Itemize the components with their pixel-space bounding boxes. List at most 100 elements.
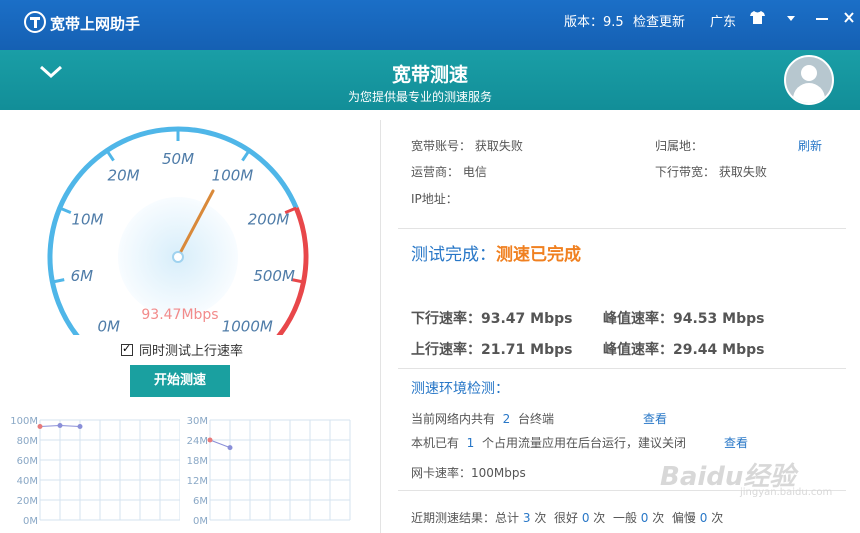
account-value: 获取失败 [474, 139, 523, 153]
upload-rate: 上行速率：21.71 Mbps [411, 339, 572, 359]
dropdown-icon[interactable] [786, 11, 796, 28]
region-selector[interactable]: 广东 [710, 11, 736, 30]
download-rate-label: 下行速率： [411, 311, 481, 327]
download-history-chart: 100M 80M 60M 40M 20M 0M [0, 410, 181, 532]
gauge-tick-label: 6M [71, 267, 94, 285]
isp-row: 运营商： 电信 [411, 163, 487, 180]
gauge-tick-label: 200M [248, 210, 290, 228]
history-unit: 次 [652, 511, 665, 525]
history-unit: 次 [593, 511, 606, 525]
account-row: 宽带账号： 获取失败 [411, 137, 523, 154]
y-tick-label: 80M [17, 436, 38, 447]
devices-row: 当前网络内共有 2 台终端 [411, 410, 554, 427]
history-good-label: 很好 [553, 511, 578, 525]
checkbox-icon[interactable] [121, 342, 133, 356]
upload-test-label: 同时测试上行速率 [139, 344, 244, 359]
history-total: 3 [522, 511, 531, 525]
upload-history-chart: 30M 24M 18M 12M 6M 0M [170, 410, 355, 532]
gauge-tick-label: 0M [97, 317, 120, 335]
panel-divider [380, 120, 381, 533]
data-point [37, 424, 43, 430]
check-update-link[interactable]: 检查更新 [633, 11, 685, 30]
series-line [209, 439, 231, 449]
y-tick-label: 0M [23, 516, 38, 527]
version-label: 版本：9.5 [564, 15, 624, 30]
refresh-link[interactable]: 刷新 [798, 137, 822, 154]
gauge-tick [241, 149, 251, 162]
gauge-tick-label: 50M [162, 150, 194, 168]
y-tick-label: 40M [17, 476, 38, 487]
current-speed-value: 93.47Mbps [141, 307, 219, 323]
y-tick-label: 24M [187, 436, 208, 447]
peak-download-label: 峰值速率： [603, 311, 673, 327]
y-tick-label: 100M [10, 416, 38, 427]
download-rate: 下行速率：93.47 Mbps [411, 308, 572, 328]
y-tick-label: 60M [17, 456, 38, 467]
isp-value: 电信 [462, 165, 487, 179]
gauge-tick-label: 10M [71, 210, 103, 228]
avatar[interactable] [784, 55, 834, 105]
gauge-tick-label: 100M [212, 167, 254, 185]
tshirt-icon[interactable] [750, 11, 765, 28]
data-point [77, 424, 83, 430]
gauge-hub [172, 251, 184, 263]
close-icon[interactable] [844, 11, 854, 28]
isp-label: 运营商： [411, 165, 460, 179]
history-fair-count: 0 [640, 511, 649, 525]
environment-title: 测速环境检测： [411, 381, 509, 397]
gauge-tick-label: 20M [108, 167, 140, 185]
account-label: 宽带账号： [411, 139, 472, 153]
history-good-count: 0 [581, 511, 590, 525]
data-point [57, 422, 63, 428]
test-status-label: 测试完成： [411, 245, 496, 265]
apps-row: 本机已有 1 个占用流量应用在后台运行，建议关闭 [411, 434, 686, 451]
history-poor-label: 偏慢 [671, 511, 696, 525]
y-tick-label: 0M [193, 516, 208, 527]
history-prefix: 近期测速结果：总计 [411, 511, 520, 525]
y-tick-label: 18M [187, 456, 208, 467]
y-tick-label: 30M [187, 416, 208, 427]
peak-upload-value: 29.44 Mbps [673, 342, 765, 358]
apps-count: 1 [466, 436, 475, 450]
view-devices-link[interactable]: 查看 [643, 410, 667, 427]
devices-prefix: 当前网络内共有 [411, 412, 496, 426]
test-status-value: 测速已完成 [496, 245, 581, 265]
history-fair-label: 一般 [612, 511, 637, 525]
view-apps-link[interactable]: 查看 [724, 434, 748, 451]
gauge-tick-label: 500M [253, 267, 295, 285]
download-rate-value: 93.47 Mbps [481, 311, 573, 327]
nic-rate-label: 网卡速率： [411, 466, 472, 480]
peak-download-rate: 峰值速率：94.53 Mbps [603, 308, 764, 328]
history-unit: 次 [711, 511, 724, 525]
apps-prefix: 本机已有 [411, 436, 460, 450]
upload-rate-value: 21.71 Mbps [481, 342, 573, 358]
devices-suffix: 台终端 [517, 412, 554, 426]
upload-rate-label: 上行速率： [411, 342, 481, 358]
data-point [207, 437, 213, 443]
speed-gauge: 0M6M10M20M50M100M200M500M1000M [47, 126, 309, 335]
divider [398, 228, 846, 229]
nic-rate-value: 100Mbps [471, 466, 526, 480]
peak-upload-label: 峰值速率： [603, 342, 673, 358]
header-banner: 宽带测速 为您提供最专业的测速服务 [0, 50, 860, 110]
y-tick-label: 20M [17, 496, 38, 507]
start-test-button[interactable]: 开始测速 [130, 365, 230, 397]
gauge-tick [105, 149, 115, 162]
app-name: 宽带上网助手 [50, 15, 141, 33]
baidu-watermark-url: jingyan.baidu.com [740, 487, 833, 498]
y-tick-label: 12M [187, 476, 208, 487]
apps-suffix: 个占用流量应用在后台运行，建议关闭 [481, 436, 686, 450]
downlink-value: 获取失败 [718, 165, 767, 179]
history-unit: 次 [534, 511, 547, 525]
downlink-label: 下行带宽： [655, 165, 716, 179]
peak-upload-rate: 峰值速率：29.44 Mbps [603, 339, 764, 359]
upload-test-checkbox[interactable]: 同时测试上行速率 [121, 340, 243, 359]
downlink-row: 下行带宽： 获取失败 [655, 163, 767, 180]
app-logo-icon [24, 11, 46, 33]
minimize-icon[interactable] [816, 11, 828, 28]
location-label: 归属地： [655, 139, 704, 153]
devices-count: 2 [502, 412, 511, 426]
test-status: 测试完成：测速已完成 [411, 240, 581, 265]
ip-label: IP地址： [411, 192, 458, 206]
page-subtitle: 为您提供最专业的测速服务 [347, 90, 492, 104]
